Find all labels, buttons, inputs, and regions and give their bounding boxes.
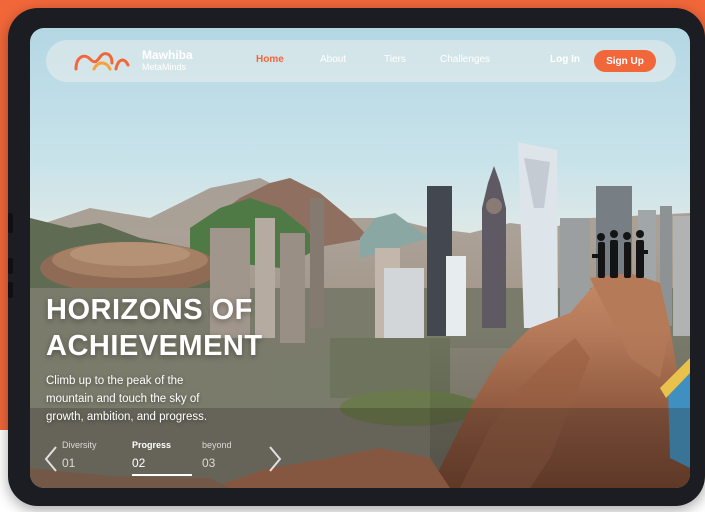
top-nav-bar: Mawhiba MetaMinds Home About Tiers Chall… [46,40,676,82]
slider-step-beyond[interactable]: beyond 03 [202,440,262,470]
chevron-right-icon[interactable] [266,444,284,474]
slider-step-number: 01 [62,456,76,470]
nav-link-tiers[interactable]: Tiers [384,54,406,65]
slider-step-label: Progress [132,440,172,450]
slider-step-number: 02 [132,456,146,470]
hero-subtitle: Climb up to the peak of the mountain and… [46,372,246,426]
chevron-left-icon[interactable] [42,444,60,474]
tablet-screen: Mawhiba MetaMinds Home About Tiers Chall… [30,28,690,488]
nav-link-home[interactable]: Home [256,54,284,65]
hero-title-line: ACHIEVEMENT [46,330,263,362]
nav-link-challenges[interactable]: Challenges [440,54,490,65]
hero-subtitle-line: Climb up to the peak of the [46,375,184,387]
tablet-side-button [8,213,13,233]
brand-subtitle: MetaMinds [142,62,187,72]
slider-step-diversity[interactable]: Diversity 01 [62,440,122,470]
slider-step-label: beyond [202,440,232,450]
brand-name: Mawhiba [142,48,193,62]
slider-step-label: Diversity [62,440,97,450]
slider-active-indicator [132,474,192,476]
hero-subtitle-line: growth, ambition, and progress. [46,411,208,423]
slider-step-number: 03 [202,456,216,470]
brand[interactable]: Mawhiba MetaMinds [142,49,193,73]
tablet-side-button [8,258,13,274]
hero-title-line: HORIZONS OF [46,294,253,326]
tablet-side-button [8,282,13,298]
nav-link-about[interactable]: About [320,54,346,65]
hero-title: HORIZONS OF ACHIEVEMENT [46,292,263,364]
logo-icon[interactable] [72,49,132,73]
login-button[interactable]: Log In [550,54,580,65]
signup-button[interactable]: Sign Up [594,50,656,72]
hero-subtitle-line: mountain and touch the sky of [46,393,200,405]
slider-step-progress[interactable]: Progress 02 [132,440,192,470]
